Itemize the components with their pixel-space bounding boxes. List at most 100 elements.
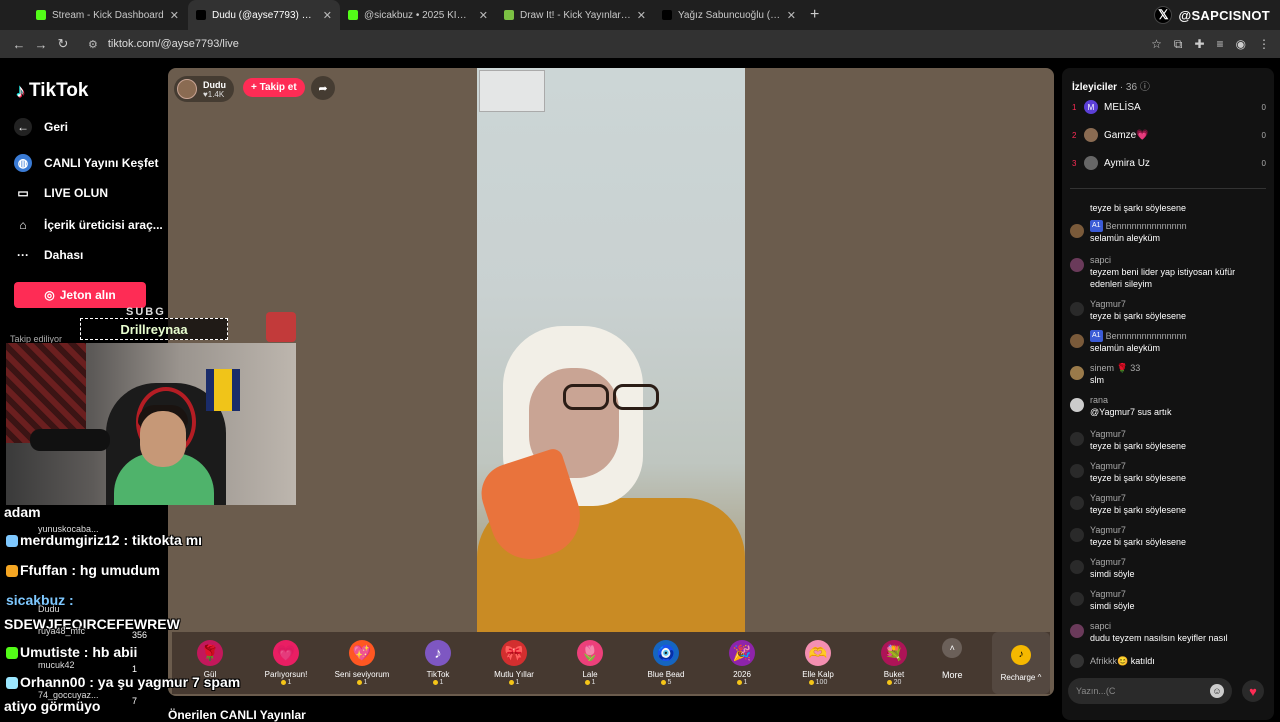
chat-message: Yagmur7 simdi söyle — [1070, 588, 1266, 612]
chat-avatar[interactable] — [1070, 224, 1084, 238]
buy-coins-button[interactable]: ◎ Jeton alın — [14, 282, 146, 308]
sidebar-item[interactable]: ◍ CANLI Yayını Keşfet — [14, 154, 158, 172]
sidebar-item[interactable]: ··· Dahası — [14, 246, 83, 264]
browser-tab[interactable]: @sicakbuz • 2025 KICK WRAPP ✕ — [340, 0, 496, 30]
tab-close-icon[interactable]: ✕ — [323, 9, 332, 22]
viewer-rank: 2 — [1072, 130, 1077, 140]
kick-chat-text: ruya48_mfc — [38, 626, 86, 636]
chat-username[interactable]: Yagmur7 — [1090, 524, 1186, 536]
chat-username[interactable]: rana — [1090, 394, 1172, 406]
like-heart-icon[interactable]: ♥ — [1242, 680, 1264, 702]
extension-icon[interactable]: ⧉ — [1174, 37, 1183, 52]
chat-avatar[interactable] — [1070, 366, 1084, 380]
browser-tab[interactable]: Dudu (@ayse7793) CANLI Y ✕ — [188, 0, 340, 30]
chat-input[interactable]: Yazın...(C ☺ — [1068, 678, 1232, 704]
browser-tab[interactable]: Draw It! - Kick Yayınları İçin Çizi ✕ — [496, 0, 654, 30]
recharge-button[interactable]: ♪ Recharge ^ — [992, 632, 1050, 694]
host-avatar[interactable] — [177, 79, 197, 99]
media-icon[interactable]: ≡ — [1217, 37, 1224, 52]
chat-username[interactable]: A1 Bennnnnnnnnnnnnn — [1090, 330, 1187, 342]
tab-close-icon[interactable]: ✕ — [787, 9, 796, 22]
viewer-rank: 1 — [1072, 102, 1077, 112]
chat-username-text[interactable]: sinem 🌹 33 — [1090, 362, 1140, 374]
gift-item[interactable]: 🧿 Blue Bead 5 — [628, 640, 704, 686]
chat-username-text[interactable]: rana — [1090, 394, 1108, 406]
chat-avatar[interactable] — [1070, 528, 1084, 542]
gift-item[interactable]: 💐 Buket 20 — [856, 640, 932, 686]
chat-avatar[interactable] — [1070, 258, 1084, 272]
sidebar-item[interactable]: ▭ LIVE OLUN — [14, 184, 108, 202]
forward-icon[interactable]: → — [30, 33, 52, 55]
chat-username-text[interactable]: Yagmur7 — [1090, 588, 1126, 600]
tab-close-icon[interactable]: ✕ — [479, 9, 488, 22]
follow-button[interactable]: + Takip et — [243, 78, 305, 97]
chat-username-text[interactable]: sapci — [1090, 620, 1111, 632]
live-stage[interactable]: Dudu ♥1.4K + Takip et ➦ 🌹 Gül 1 💗 Parlıyorsu… — [168, 68, 1054, 696]
chat-message-body: teyze bi şarkı söylesene — [1090, 202, 1186, 214]
chat-avatar[interactable] — [1070, 624, 1084, 638]
reload-icon[interactable]: ↻ — [52, 33, 74, 55]
chat-username-text[interactable]: sapci — [1090, 254, 1111, 266]
chat-avatar[interactable] — [1070, 560, 1084, 574]
chat-spacer — [1070, 202, 1084, 214]
chat-avatar[interactable] — [1070, 334, 1084, 348]
chat-username[interactable]: sapci — [1090, 620, 1228, 632]
host-info[interactable]: Dudu ♥1.4K — [174, 76, 234, 102]
chat-username[interactable]: Yagmur7 — [1090, 428, 1186, 440]
chat-username-text[interactable]: Yagmur7 — [1090, 492, 1126, 504]
tiktok-logo[interactable]: ♪ TikTok — [16, 80, 88, 102]
chat-username[interactable]: Yagmur7 — [1090, 492, 1186, 504]
chat-username-text[interactable]: Bennnnnnnnnnnnnn — [1106, 330, 1187, 342]
info-icon[interactable]: ⓘ — [1140, 82, 1150, 93]
emoji-icon[interactable]: ☺ — [1210, 684, 1224, 698]
tab-close-icon[interactable]: ✕ — [170, 9, 179, 22]
gift-item[interactable]: 🫶 Elle Kalp 100 — [780, 640, 856, 686]
join-user[interactable]: Afrikkk😊 — [1090, 656, 1128, 666]
chat-username[interactable]: Yagmur7 — [1090, 298, 1186, 310]
chat-username[interactable]: sinem 🌹 33 — [1090, 362, 1140, 374]
chat-username-text[interactable]: Yagmur7 — [1090, 298, 1126, 310]
chat-username-text[interactable]: Yagmur7 — [1090, 428, 1126, 440]
top-viewer-row[interactable]: 3 Aymira Uz 0 — [1072, 156, 1266, 170]
gift-item[interactable]: 💖 Seni seviyorum 1 — [324, 640, 400, 686]
chat-username-text[interactable]: Yagmur7 — [1090, 524, 1126, 536]
chat-avatar[interactable] — [1070, 496, 1084, 510]
browser-tab[interactable]: Stream - Kick Dashboard ✕ — [28, 0, 188, 30]
chat-avatar[interactable] — [1070, 432, 1084, 446]
profile-icon[interactable]: ◉ — [1236, 37, 1246, 52]
live-video[interactable] — [473, 68, 745, 632]
chat-username-text[interactable]: Bennnnnnnnnnnnnn — [1106, 220, 1187, 232]
chat-avatar[interactable] — [1070, 398, 1084, 412]
new-tab-button[interactable]: + — [810, 6, 819, 24]
browser-tab[interactable]: Yağız Sabuncuoğlu (@yagosab ✕ — [654, 0, 804, 30]
tab-close-icon[interactable]: ✕ — [637, 9, 646, 22]
gift-item[interactable]: 🎀 Mutlu Yıllar 1 — [476, 640, 552, 686]
chat-username[interactable]: A1 Bennnnnnnnnnnnnn — [1090, 220, 1187, 232]
chat-avatar[interactable] — [1070, 592, 1084, 606]
chat-avatar[interactable] — [1070, 302, 1084, 316]
back-icon[interactable]: ← — [8, 33, 30, 55]
more-gifts-button[interactable]: ˄ More — [942, 638, 963, 680]
chat-username-text[interactable]: Yagmur7 — [1090, 460, 1126, 472]
chat-username[interactable]: Yagmur7 — [1090, 460, 1186, 472]
top-viewer-row[interactable]: 2 Gamze💗 0 — [1072, 128, 1266, 142]
chat-username[interactable]: Yagmur7 — [1090, 588, 1135, 600]
chat-username-text[interactable]: Yagmur7 — [1090, 556, 1126, 568]
sidebar-item[interactable]: ← Geri — [14, 118, 68, 136]
kick-chat-line: Dudu — [38, 604, 60, 614]
sidebar-item[interactable]: ⌂ İçerik üreticisi araç... — [14, 216, 162, 234]
chat-username[interactable]: sapci — [1090, 254, 1266, 266]
bookmark-star-icon[interactable]: ☆ — [1151, 37, 1162, 52]
chat-avatar[interactable] — [1070, 464, 1084, 478]
coin-icon: ♪ — [1011, 644, 1031, 665]
gift-item[interactable]: 🎉 2026 1 — [704, 640, 780, 686]
chat-username[interactable]: Yagmur7 — [1090, 556, 1135, 568]
top-viewer-row[interactable]: 1 M MELİSA 0 — [1072, 100, 1266, 114]
menu-dots-icon[interactable]: ⋮ — [1258, 37, 1270, 52]
share-icon[interactable]: ➦ — [311, 76, 335, 100]
puzzle-icon[interactable]: ✚ — [1194, 37, 1204, 52]
url-field[interactable]: ⚙ tiktok.com/@ayse7793/live — [82, 33, 1151, 55]
gift-item[interactable]: ♪ TikTok 1 — [400, 640, 476, 686]
gift-item[interactable]: 🌷 Lale 1 — [552, 640, 628, 686]
site-info-icon[interactable]: ⚙ — [88, 38, 98, 51]
